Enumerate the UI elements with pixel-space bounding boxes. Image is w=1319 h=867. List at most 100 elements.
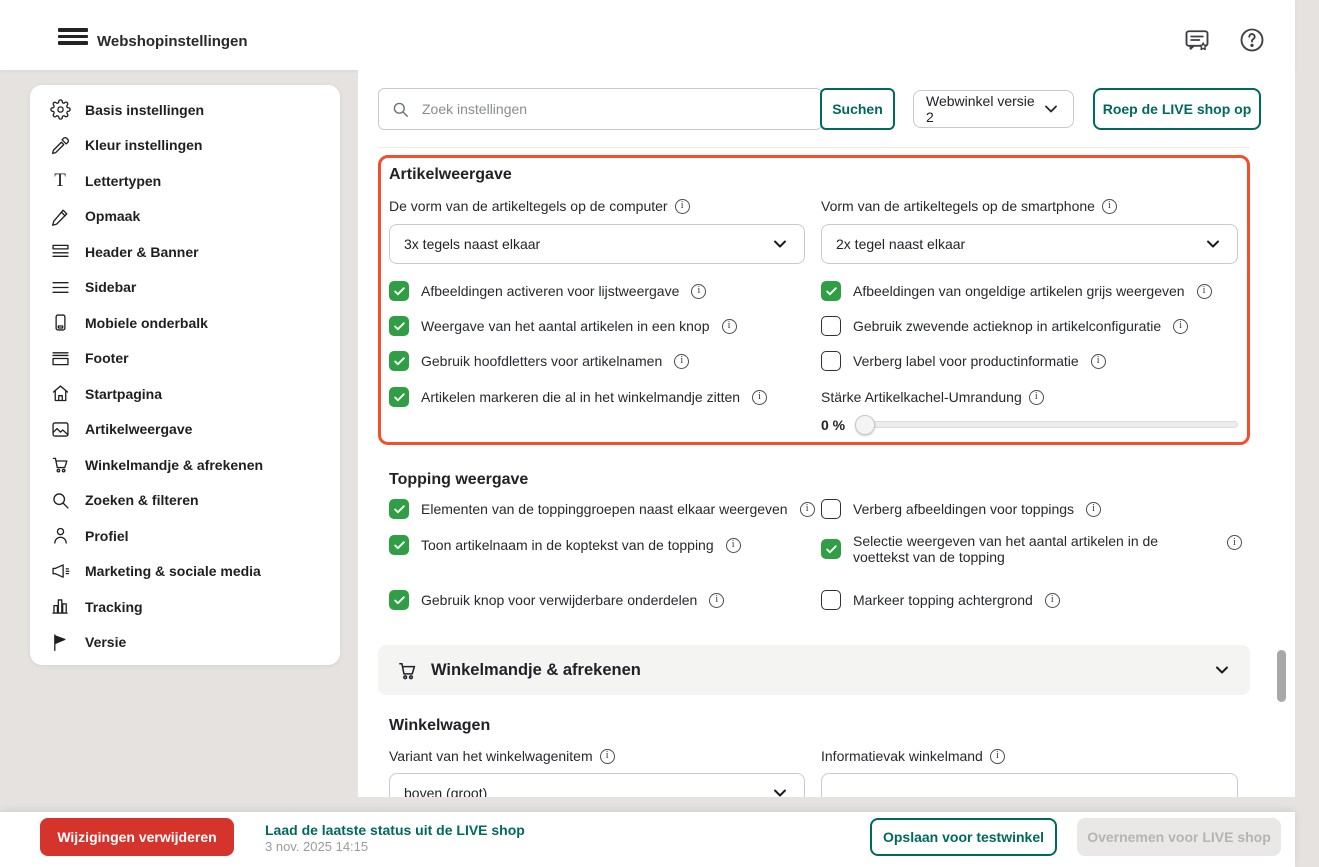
- feedback-icon[interactable]: [1183, 26, 1211, 54]
- info-icon[interactable]: [1227, 535, 1242, 550]
- checkbox[interactable]: [389, 535, 409, 555]
- hamburger-menu-icon[interactable]: [58, 28, 88, 45]
- checkbox-label: Gebruik hoofdletters voor artikelnamen: [421, 353, 663, 369]
- sidebar-item-lettertypen[interactable]: T Lettertypen: [30, 163, 340, 199]
- cart-info-box-label: Informatievak winkelmand: [821, 748, 1005, 764]
- sidebar-item-kleur-instellingen[interactable]: Kleur instellingen: [30, 128, 340, 164]
- info-icon[interactable]: [799, 501, 815, 517]
- color-picker-icon: [49, 134, 71, 156]
- sidebar-item-label: Basis instellingen: [85, 101, 205, 118]
- sidebar-item-artikelweergave[interactable]: Artikelweergave: [30, 412, 340, 448]
- sidebar-item-marketing[interactable]: Marketing & sociale media: [30, 554, 340, 590]
- info-icon[interactable]: [1196, 283, 1212, 299]
- sidebar-item-winkelmandje[interactable]: Winkelmandje & afrekenen: [30, 447, 340, 483]
- info-icon[interactable]: [1044, 592, 1060, 608]
- checkbox-row: Elementen van de toppinggroepen naast el…: [389, 499, 815, 519]
- sidebar-item-label: Profiel: [85, 527, 129, 544]
- checkbox[interactable]: [821, 281, 841, 301]
- checkbox-label: Afbeeldingen van ongeldige artikelen gri…: [853, 283, 1185, 299]
- sidebar-item-label: Mobiele onderbalk: [85, 314, 208, 331]
- open-live-shop-button[interactable]: Roep de LIVE shop op: [1093, 88, 1261, 130]
- help-icon[interactable]: [1238, 26, 1266, 54]
- checkbox-row: Toon artikelnaam in de koptekst van de t…: [389, 535, 741, 555]
- info-icon[interactable]: [989, 748, 1005, 764]
- info-icon[interactable]: [674, 353, 690, 369]
- chevron-down-icon[interactable]: [1212, 660, 1232, 680]
- checkbox[interactable]: [821, 590, 841, 610]
- cart-icon: [396, 659, 419, 682]
- checkbox[interactable]: [821, 351, 841, 371]
- border-slider-label: Stärke Artikelkachel-Umrandung: [821, 389, 1044, 405]
- sidebar-item-opmaak[interactable]: Opmaak: [30, 199, 340, 235]
- checkbox-label: Toon artikelnaam in de koptekst van de t…: [421, 537, 714, 553]
- info-icon[interactable]: [1090, 353, 1106, 369]
- footer-icon: [49, 347, 71, 369]
- info-icon[interactable]: [674, 198, 690, 214]
- checkbox-label: Markeer topping achtergrond: [853, 592, 1033, 608]
- scrollbar-thumb[interactable]: [1277, 650, 1286, 702]
- discard-changes-button[interactable]: Wijzigingen verwijderen: [40, 818, 234, 856]
- checkbox[interactable]: [389, 281, 409, 301]
- sidebar-item-startpagina[interactable]: Startpagina: [30, 376, 340, 412]
- sidebar-item-mobiele-onderbalk[interactable]: Mobiele onderbalk: [30, 305, 340, 341]
- search-input[interactable]: [420, 100, 809, 118]
- search-button[interactable]: Suchen: [820, 88, 895, 130]
- load-live-status-link[interactable]: Laad de laatste status uit de LIVE shop: [265, 822, 525, 838]
- checkbox[interactable]: [389, 590, 409, 610]
- user-icon: [49, 525, 71, 547]
- info-icon[interactable]: [1028, 389, 1044, 405]
- sidebar-item-versie[interactable]: Versie: [30, 625, 340, 661]
- cart-item-variant-label: Variant van het winkelwagenitem: [389, 748, 615, 764]
- sidebar-item-footer[interactable]: Footer: [30, 341, 340, 377]
- checkbox[interactable]: [821, 499, 841, 519]
- checkbox-label: Weergave van het aantal artikelen in een…: [421, 318, 710, 334]
- info-icon[interactable]: [721, 318, 737, 334]
- info-icon[interactable]: [752, 389, 768, 405]
- cart-item-variant-select[interactable]: boven (groot): [389, 773, 805, 797]
- header-banner-icon: [49, 241, 71, 263]
- apply-live-shop-button[interactable]: Overnemen voor LIVE shop: [1077, 818, 1281, 856]
- checkbox[interactable]: [389, 351, 409, 371]
- info-icon[interactable]: [709, 592, 725, 608]
- info-icon[interactable]: [599, 748, 615, 764]
- info-icon[interactable]: [1173, 318, 1189, 334]
- info-icon[interactable]: [1086, 501, 1102, 517]
- computer-tiles-select[interactable]: 3x tegels naast elkaar: [389, 224, 805, 264]
- sidebar-item-sidebar[interactable]: Sidebar: [30, 270, 340, 306]
- chevron-down-icon: [770, 234, 790, 254]
- cart-info-box-input[interactable]: [821, 773, 1238, 797]
- section-winkelmandje-afrekenen[interactable]: Winkelmandje & afrekenen: [378, 645, 1250, 695]
- sidebar-item-profiel[interactable]: Profiel: [30, 518, 340, 554]
- section-title-winkelwagen: Winkelwagen: [389, 717, 491, 734]
- save-test-shop-button[interactable]: Opslaan voor testwinkel: [870, 818, 1057, 856]
- checkbox-row: Verberg afbeeldingen voor toppings: [821, 499, 1102, 519]
- info-icon[interactable]: [1101, 198, 1117, 214]
- checkbox-row: Gebruik knop voor verwijderbare onderdel…: [389, 590, 725, 610]
- section-title-artikelweergave: Artikelweergave: [389, 166, 512, 183]
- sidebar-item-basis-instellingen[interactable]: Basis instellingen: [30, 92, 340, 128]
- checkbox-row: Gebruik hoofdletters voor artikelnamen: [389, 351, 690, 371]
- checkbox[interactable]: [821, 539, 841, 559]
- checkbox[interactable]: [389, 499, 409, 519]
- sidebar-item-header-banner[interactable]: Header & Banner: [30, 234, 340, 270]
- border-slider-track[interactable]: [855, 414, 1238, 435]
- sidebar-item-tracking[interactable]: Tracking: [30, 589, 340, 625]
- checkbox[interactable]: [389, 387, 409, 407]
- gear-icon: [49, 99, 71, 121]
- webshop-version-select[interactable]: Webwinkel versie 2: [913, 90, 1074, 128]
- border-slider-thumb[interactable]: [855, 414, 875, 435]
- info-icon[interactable]: [725, 537, 741, 553]
- checkbox[interactable]: [389, 316, 409, 336]
- checkbox[interactable]: [821, 316, 841, 336]
- section-title-topping-weergave: Topping weergave: [389, 471, 529, 488]
- sidebar-item-label: Startpagina: [85, 385, 163, 402]
- info-icon[interactable]: [691, 283, 707, 299]
- search-settings-field: [378, 88, 822, 130]
- smartphone-tiles-select[interactable]: 2x tegel naast elkaar: [821, 224, 1238, 264]
- sidebar-item-label: Winkelmandje & afrekenen: [85, 456, 264, 473]
- settings-sidebar: Basis instellingen Kleur instellingen T …: [30, 85, 340, 665]
- sidebar-item-zoeken-filteren[interactable]: Zoeken & filteren: [30, 483, 340, 519]
- checkbox-row: Artikelen markeren die al in het winkelm…: [389, 387, 768, 407]
- checkbox-label: Gebruik zwevende actieknop in artikelcon…: [853, 318, 1162, 334]
- checkbox-label: Verberg label voor productinformatie: [853, 353, 1079, 369]
